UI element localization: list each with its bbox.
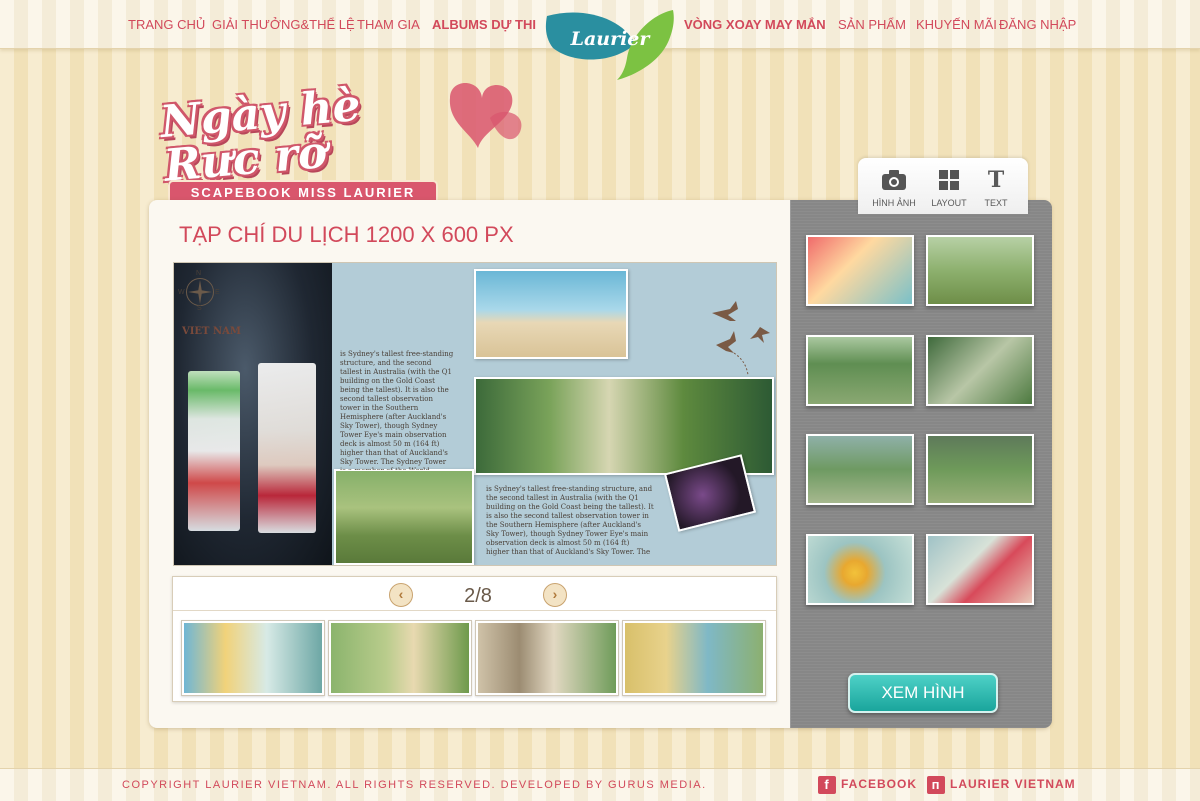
nav-item-promotions[interactable]: KHUYẾN MÃI [916, 17, 997, 32]
beach-chairs-photo[interactable] [474, 269, 628, 359]
laurier-vietnam-link[interactable]: п LAURIER VIETNAM [927, 776, 1076, 794]
scrapbook-canvas[interactable] [173, 262, 777, 566]
nav-item-products[interactable]: SẢN PHẨM [838, 17, 906, 32]
compass-north: N [196, 270, 202, 277]
page-counter: 2/8 [464, 585, 492, 607]
sidebar-photo-popsicles[interactable] [926, 534, 1034, 605]
copyright-text: COPYRIGHT LAURIER VIETNAM. ALL RIGHTS RE… [122, 779, 707, 791]
camera-icon [882, 170, 906, 190]
text-icon: T [987, 167, 1005, 193]
nav-item-home[interactable]: TRANG CHỦ [128, 17, 205, 32]
airplanes-decoration-icon [712, 301, 770, 376]
canvas-title: TẠP CHÍ DU LỊCH 1200 X 600 PX [179, 222, 514, 247]
page-thumbnail-2[interactable] [328, 620, 472, 696]
compass-west: W [178, 289, 185, 296]
facebook-icon: f [818, 776, 836, 794]
compass-south: S [197, 305, 202, 312]
sidebar-photo-basket[interactable] [926, 434, 1034, 505]
nav-item-login[interactable]: ĐĂNG NHẬP [999, 17, 1076, 32]
footer: COPYRIGHT LAURIER VIETNAM. ALL RIGHTS RE… [0, 768, 1200, 801]
view-image-button[interactable]: XEM HÌNH [848, 673, 998, 713]
chevron-right-icon: › [552, 586, 558, 602]
logo-text: Laurier [570, 28, 650, 50]
glass-shot-right [258, 363, 316, 533]
sidebar-photo-sunflower[interactable] [806, 534, 914, 605]
page-navigator: ‹ 2/8 › [172, 576, 777, 702]
laurier-vietnam-label: LAURIER VIETNAM [950, 777, 1076, 792]
hero-title: Ngày hè Rực rỡ [158, 79, 363, 192]
nav-item-join[interactable]: THAM GIA [357, 17, 420, 32]
sidebar-photo-drinks[interactable] [806, 235, 914, 306]
glass-shot-left [188, 371, 240, 531]
facebook-label: FACEBOOK [841, 777, 918, 792]
picnic-guitar-photo[interactable] [334, 469, 474, 565]
facebook-link[interactable]: f FACEBOOK [818, 776, 917, 794]
page-thumbnail-4[interactable] [622, 620, 766, 696]
tab-images[interactable]: HÌNH ẢNH [866, 164, 922, 214]
tab-text-label: TEXT [984, 198, 1008, 208]
page-thumbnail-1[interactable] [181, 620, 325, 696]
laurier-logo[interactable]: Laurier [543, 8, 678, 80]
laurier-brand-icon: п [927, 776, 945, 794]
sidebar-photo-friends-lying[interactable] [926, 335, 1034, 406]
sidebar-photo-bikes[interactable] [806, 335, 914, 406]
hero-title-block: Ngày hè Rực rỡ SCAPEBOOK MISS LAURIER [150, 78, 540, 208]
canvas-body-text-1: is Sydney's tallest free-standing struct… [340, 350, 454, 470]
canvas-body-text-2: is Sydney's tallest free-standing struct… [486, 485, 654, 556]
compass-east: E [215, 289, 220, 296]
pager-divider [173, 610, 776, 611]
layout-grid-icon [939, 170, 959, 190]
page-thumbnail-3[interactable] [475, 620, 619, 696]
sidebar-tabs: HÌNH ẢNH LAYOUT T TEXT [858, 158, 1028, 214]
tab-text[interactable]: T TEXT [968, 164, 1024, 214]
chevron-left-icon: ‹ [398, 586, 404, 602]
nav-item-albums[interactable]: ALBUMS DỰ THI [432, 17, 536, 32]
tab-images-label: HÌNH ẢNH [872, 198, 916, 208]
next-page-button[interactable]: › [543, 583, 567, 607]
sidebar-photo-picnic[interactable] [926, 235, 1034, 306]
sidebar-photo-cycling-path[interactable] [806, 434, 914, 505]
previous-page-button[interactable]: ‹ [389, 583, 413, 607]
nav-item-prizes-rules[interactable]: GIẢI THƯỞNG&THỂ LỆ [212, 17, 355, 32]
nav-item-lucky-wheel[interactable]: VÒNG XOAY MAY MẮN [684, 17, 826, 32]
compass-rose-icon [186, 278, 214, 306]
canvas-heading: VIET NAM [182, 326, 241, 337]
